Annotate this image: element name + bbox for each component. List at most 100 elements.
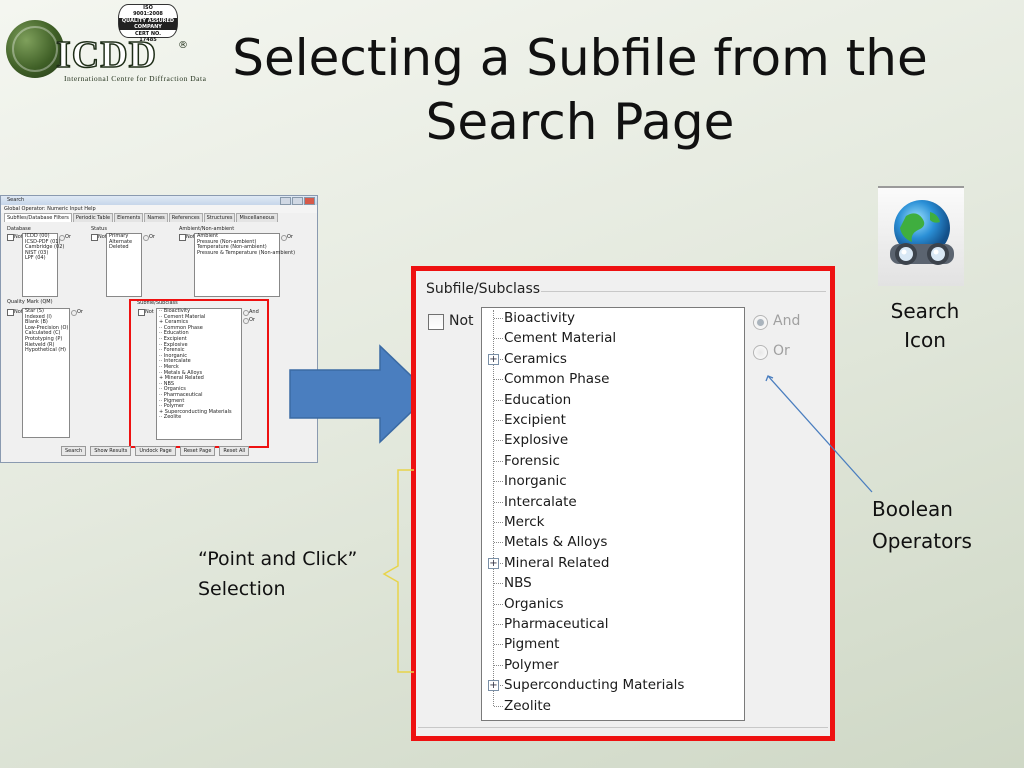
- point-caption-line2: Selection: [198, 578, 286, 600]
- mini-ambient-label: Ambient/Non-ambient: [179, 226, 235, 232]
- subfile-tree-item-label: Organics: [504, 595, 564, 612]
- tree-connector-branch: [494, 603, 503, 605]
- subfile-tree-item-label: Zeolite: [504, 697, 551, 714]
- mini-qm-not-checkbox[interactable]: [7, 309, 14, 316]
- iso-badge: ISO 9001:2008 QUALITY ASSURED COMPANY CE…: [118, 4, 178, 43]
- subfile-tree-item-label: Intercalate: [504, 493, 577, 510]
- search-icon-box[interactable]: [878, 186, 964, 286]
- slide-title: Selecting a Subfile from the Search Page: [200, 26, 960, 154]
- mini-tab[interactable]: Structures: [203, 213, 236, 222]
- point-click-caption: “Point and Click” Selection: [198, 544, 357, 604]
- bottom-divider: [418, 727, 828, 728]
- expand-plus-icon[interactable]: +: [488, 680, 499, 692]
- tree-connector-branch: [494, 318, 503, 319]
- search-icon: [890, 200, 954, 265]
- mini-database-label: Database: [7, 226, 31, 232]
- mini-ambient-not-checkbox[interactable]: [179, 234, 186, 241]
- title-line-2: Search Page: [425, 93, 735, 151]
- subfile-tree-item-label: Excipient: [504, 412, 566, 428]
- mini-window-buttons: [279, 197, 315, 209]
- tree-connector-branch: [494, 644, 503, 646]
- title-line-1: Selecting a Subfile from the: [232, 29, 928, 87]
- mini-tab[interactable]: Names: [144, 213, 168, 222]
- selection-brace: [382, 469, 414, 673]
- mini-ambient-list[interactable]: Ambient Pressure (Non-ambient) Temperature…: [194, 233, 295, 297]
- subfile-tree-item-label: Merck: [504, 514, 545, 530]
- expand-plus-icon[interactable]: +: [488, 353, 499, 365]
- mini-ambient-item[interactable]: Pressure & Temperature (Non-ambient): [195, 250, 295, 257]
- tree-connector-branch: [494, 338, 503, 340]
- subfile-tree-item-label: Metals & Alloys: [504, 534, 608, 551]
- logo-registered: ®: [178, 40, 188, 51]
- mini-qm-label: Quality Mark (QM): [7, 299, 53, 305]
- subfile-panel-zoom: Subfile/Subclass Not Bioactivity Cement M…: [411, 266, 835, 741]
- logo-subtitle: International Centre for Diffraction Dat…: [64, 74, 207, 83]
- expand-plus-icon[interactable]: +: [488, 557, 499, 569]
- subfile-tree-item-label: Bioactivity: [504, 310, 576, 326]
- mini-bottom-buttons: Search Show Results Undock Page Reset Page R…: [61, 446, 253, 456]
- and-radio[interactable]: [753, 315, 768, 330]
- tree-connector-branch: [494, 705, 503, 707]
- mini-menubar[interactable]: Global Operator: Numeric Input Help: [1, 205, 317, 213]
- mini-tab[interactable]: Periodic Table: [72, 213, 114, 222]
- mini-button[interactable]: Reset Page: [179, 446, 216, 456]
- mini-qm-or-label: Or: [77, 309, 83, 315]
- and-radio-label: And: [773, 313, 801, 329]
- tree-connector-branch: [494, 522, 503, 523]
- tree-connector-branch: [494, 542, 503, 544]
- subfile-tree-list[interactable]: Bioactivity Cement Material + Ceramics Commo…: [481, 307, 745, 721]
- subfile-tree-item-label: Education: [504, 391, 572, 408]
- subfile-tree-item-label: Ceramics: [504, 350, 567, 367]
- subfile-tree-item-label: Mineral Related: [504, 554, 610, 571]
- group-divider: [541, 291, 826, 292]
- mini-tab[interactable]: Subfiles/Database Filters: [4, 213, 72, 222]
- boolean-operators-caption: Boolean Operators: [872, 493, 972, 557]
- mini-tab[interactable]: Elements: [114, 213, 144, 222]
- subfile-tree-item-label: Superconducting Materials: [504, 677, 685, 694]
- mini-qm-item[interactable]: Hypothetical (H): [23, 348, 69, 354]
- subfile-tree-item-label: Polymer: [504, 656, 559, 673]
- subfile-tree-item-label: Forensic: [504, 452, 560, 469]
- search-icon-caption-line1: Search: [890, 299, 960, 323]
- minimize-icon[interactable]: [280, 197, 291, 205]
- tree-connector: [493, 310, 494, 706]
- close-icon[interactable]: [304, 197, 315, 205]
- subfile-tree-item-label: Pharmaceutical: [504, 616, 609, 632]
- mini-database-list[interactable]: ICDD (00) ICSD-PDF (01) Cambridge (02) NIST…: [22, 233, 64, 297]
- mini-status-or-label: Or: [149, 234, 155, 240]
- boolean-caption-line1: Boolean: [872, 497, 953, 521]
- maximize-icon[interactable]: [292, 197, 303, 205]
- mini-status-item[interactable]: Deleted: [107, 245, 141, 251]
- tree-connector-branch: [494, 460, 503, 462]
- subfile-tree-item-label: Cement Material: [504, 330, 617, 347]
- mini-button[interactable]: Reset All: [219, 446, 250, 456]
- tree-connector-branch: [494, 624, 503, 625]
- tree-connector-branch: [494, 399, 503, 401]
- mini-status-list[interactable]: Primary Alternate Deleted: [106, 233, 142, 297]
- mini-search-window: Search Global Operator: Numeric Input He…: [0, 195, 318, 463]
- mini-button[interactable]: Search: [61, 446, 87, 456]
- mini-database-not-checkbox[interactable]: [7, 234, 14, 241]
- mini-tab[interactable]: Miscellaneous: [236, 213, 278, 222]
- icdd-logo: ICDD ® International Centre for Diffract…: [6, 4, 206, 84]
- mini-button[interactable]: Undock Page: [135, 446, 176, 456]
- not-checkbox[interactable]: [428, 314, 444, 330]
- mini-button[interactable]: Show Results: [90, 446, 132, 456]
- iso-line2: 9001:2008: [133, 11, 163, 17]
- tree-connector-branch: [494, 501, 503, 503]
- search-icon-caption-line2: Icon: [904, 328, 946, 352]
- search-icon-caption: Search Icon: [872, 297, 978, 355]
- iso-band: QUALITY ASSURED COMPANY: [119, 18, 177, 30]
- tree-connector-branch: [494, 481, 503, 483]
- mini-status-label: Status: [91, 226, 107, 232]
- mini-status-not-checkbox[interactable]: [91, 234, 98, 241]
- tree-connector-branch: [494, 583, 503, 585]
- point-caption-line1: “Point and Click”: [198, 548, 358, 570]
- mini-subfile-highlight: [129, 299, 269, 448]
- mini-database-item[interactable]: LPF (04): [23, 256, 57, 262]
- subfile-tree-item-label: Inorganic: [504, 473, 567, 490]
- mini-tab[interactable]: References: [168, 213, 203, 222]
- or-radio[interactable]: [753, 345, 768, 360]
- boolean-caption-line2: Operators: [872, 529, 972, 553]
- mini-qm-list[interactable]: Star (S) Indexed (I) Blank (B) Low-Precisio…: [22, 308, 70, 438]
